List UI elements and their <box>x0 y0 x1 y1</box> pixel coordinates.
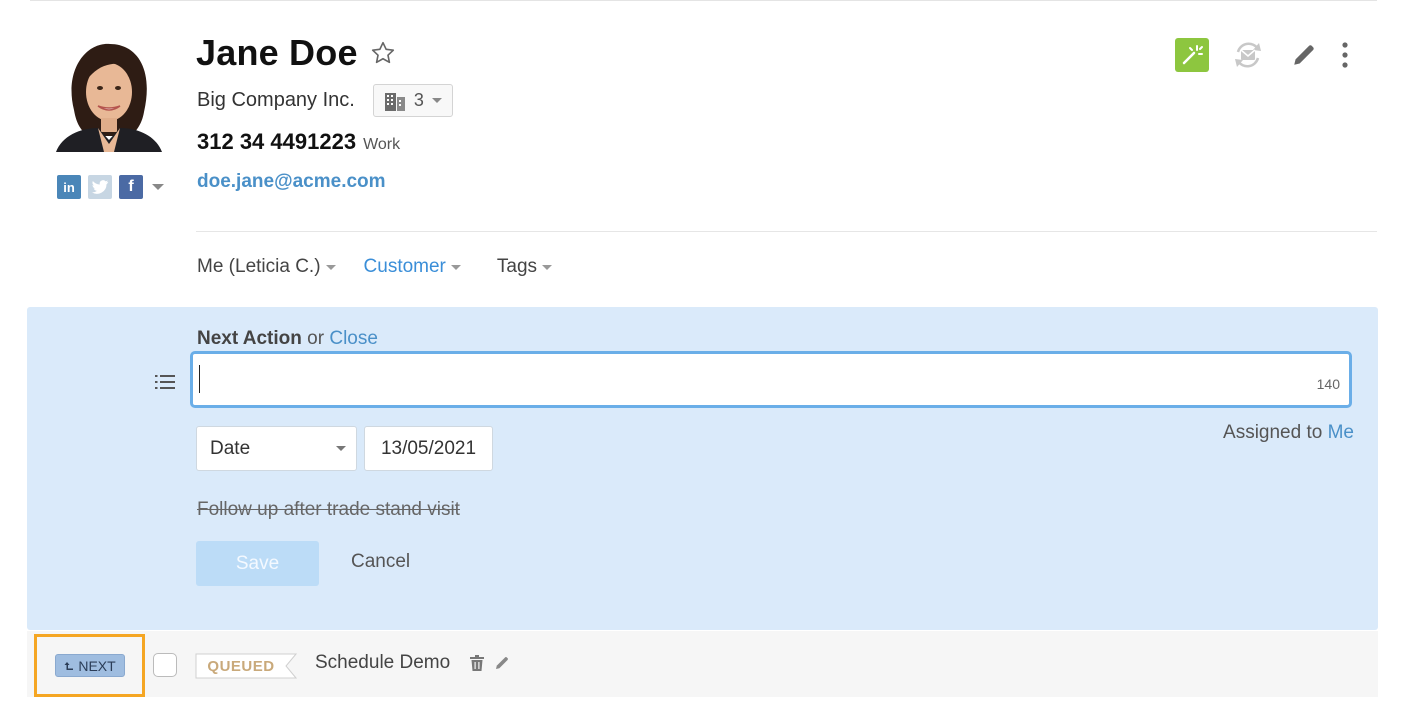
social-links: in f <box>57 175 164 199</box>
vertical-dots-icon[interactable] <box>1335 38 1355 72</box>
companies-button[interactable]: 3 <box>372 84 453 117</box>
chevron-down-icon <box>325 264 336 270</box>
email-link[interactable]: doe.jane@acme.com <box>197 171 386 193</box>
tags-label: Tags <box>496 256 538 277</box>
twitter-icon[interactable] <box>88 175 112 199</box>
pencil-icon[interactable] <box>1287 38 1321 72</box>
cancel-button[interactable]: Cancel <box>351 551 410 573</box>
next-action-input[interactable] <box>193 354 1349 405</box>
owner-dropdown[interactable]: Me (Leticia C.) <box>197 256 336 278</box>
assigned-to: Assigned to Me <box>1223 422 1354 444</box>
section-divider <box>196 231 1377 232</box>
facebook-icon[interactable]: f <box>119 175 143 199</box>
social-dropdown-icon[interactable] <box>152 184 164 190</box>
close-link[interactable]: Close <box>329 328 378 349</box>
next-label: NEXT <box>78 657 116 674</box>
arrow-up-icon <box>64 661 74 670</box>
company-name[interactable]: Big Company Inc. <box>197 89 355 112</box>
chevron-down-icon <box>431 98 442 103</box>
char-counter: 140 <box>1316 376 1340 392</box>
task-actions <box>470 655 510 671</box>
building-icon <box>384 92 405 111</box>
linkedin-label: in <box>63 179 75 195</box>
chevron-down-icon <box>450 264 461 270</box>
tags-dropdown[interactable]: Tags <box>496 256 553 278</box>
queued-label: QUEUED <box>207 657 275 675</box>
date-mode-value: Date <box>210 437 251 459</box>
suggested-action[interactable]: Follow up after trade stand visit <box>197 499 460 521</box>
email-sync-icon[interactable] <box>1231 38 1265 72</box>
phone-number[interactable]: 312 34 4491223 <box>197 129 356 155</box>
owner-label: Me (Leticia C.) <box>197 256 321 277</box>
phone-row: 312 34 4491223 Work <box>197 129 400 155</box>
next-action-input-wrapper: 140 <box>190 351 1352 408</box>
company-row: Big Company Inc. 3 <box>197 84 453 117</box>
chevron-down-icon <box>336 446 346 451</box>
date-mode-select[interactable]: Date <box>196 426 357 471</box>
task-title[interactable]: Schedule Demo <box>315 652 450 674</box>
next-action-title: Next Action <box>197 328 302 349</box>
pencil-icon[interactable] <box>494 655 510 671</box>
contact-meta-row: Me (Leticia C.) Customer Tags <box>197 256 580 278</box>
top-divider <box>30 0 1377 1</box>
header-actions <box>1175 38 1355 72</box>
magic-wand-icon[interactable] <box>1175 38 1209 72</box>
avatar <box>56 40 162 152</box>
facebook-label: f <box>128 178 134 195</box>
status-label: Customer <box>363 256 446 277</box>
status-dropdown[interactable]: Customer <box>364 256 461 278</box>
star-outline-icon[interactable] <box>370 40 396 66</box>
name-row: Jane Doe <box>196 32 396 74</box>
phone-type: Work <box>363 136 401 153</box>
assignee-link[interactable]: Me <box>1328 422 1354 443</box>
companies-count: 3 <box>413 90 424 110</box>
next-button[interactable]: NEXT <box>55 654 125 677</box>
save-button[interactable]: Save <box>196 541 319 586</box>
chevron-down-icon <box>542 264 553 270</box>
trash-icon[interactable] <box>470 655 484 671</box>
or-text: or <box>307 328 325 349</box>
linkedin-icon[interactable]: in <box>57 175 81 199</box>
queued-task-row: NEXT QUEUED Schedule Demo <box>27 631 1378 697</box>
next-action-panel: Next Action or Close 140 Date 13/05/2021… <box>27 307 1378 630</box>
assigned-prefix: Assigned to <box>1223 422 1323 443</box>
contact-name: Jane Doe <box>196 32 358 73</box>
next-action-heading: Next Action or Close <box>197 328 378 350</box>
text-cursor <box>199 365 200 393</box>
date-field[interactable]: 13/05/2021 <box>364 426 493 471</box>
list-icon[interactable] <box>155 374 175 390</box>
task-checkbox[interactable] <box>153 653 177 677</box>
